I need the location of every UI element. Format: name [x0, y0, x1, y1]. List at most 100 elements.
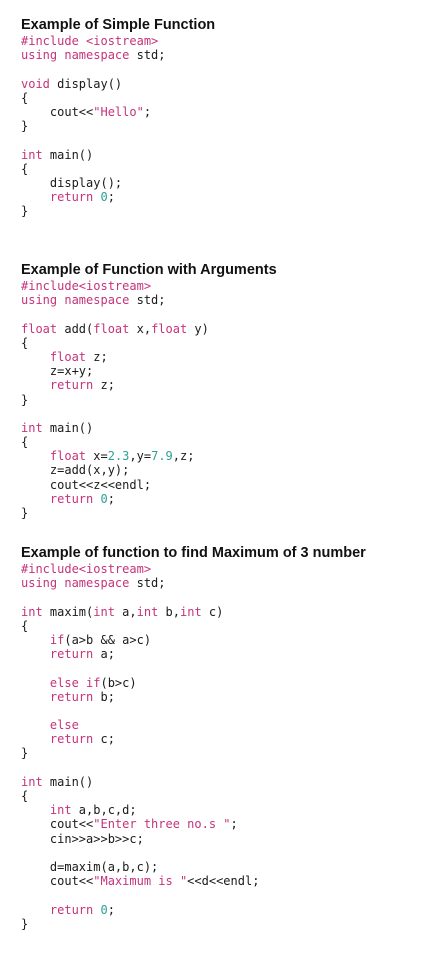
code-line: { — [21, 336, 421, 350]
code-line: int main() — [21, 421, 421, 435]
code-token: y) — [187, 321, 209, 336]
code-line: cout<<"Enter three no.s "; — [21, 817, 421, 831]
section-function-with-arguments: Example of Function with Arguments #incl… — [21, 261, 421, 520]
code-line: #include<iostream> — [21, 279, 421, 293]
code-line: } — [21, 506, 421, 520]
code-block: #include<iostream> using namespace std; fl… — [21, 279, 421, 520]
code-line: { — [21, 619, 421, 633]
code-token: 0 — [100, 190, 108, 205]
code-token: int — [136, 604, 159, 619]
code-line: using namespace std; — [21, 576, 421, 590]
code-line: z=add(x,y); — [21, 463, 421, 477]
code-line: else — [21, 718, 421, 732]
code-line: cin>>a>>b>>c; — [21, 832, 421, 846]
code-block: #include<iostream> using namespace std; in… — [21, 562, 421, 931]
code-token: cout<< — [21, 817, 94, 832]
code-token: main() — [42, 147, 94, 162]
code-token: float — [151, 321, 188, 336]
code-token: int — [21, 147, 43, 162]
code-line: float add(float x,float y) — [21, 322, 421, 336]
code-block: #include <iostream> using namespace std; v… — [21, 34, 421, 218]
code-token: else if — [21, 675, 101, 690]
code-token: d=maxim(a,b,c); — [21, 859, 159, 874]
code-token: return — [21, 491, 94, 506]
code-token: z; — [93, 378, 115, 393]
code-token: } — [21, 506, 29, 520]
code-line: using namespace std; — [21, 48, 421, 62]
code-token: <<d<<endl; — [187, 874, 260, 889]
code-token: return — [21, 647, 94, 662]
code-token: main() — [42, 420, 94, 435]
code-token: ; — [107, 190, 115, 205]
section-title: Example of function to find Maximum of 3… — [21, 545, 366, 561]
code-token: if — [21, 632, 65, 647]
code-line: return c; — [21, 732, 421, 746]
code-token: float — [93, 321, 130, 336]
code-token: 0 — [100, 491, 108, 506]
code-token: "Hello" — [93, 104, 144, 119]
section-simple-function: Example of Simple Function #include <ios… — [21, 16, 421, 218]
code-token: ,y= — [129, 449, 152, 464]
code-line: else if(b>c) — [21, 676, 421, 690]
code-token: #include<iostream> — [21, 279, 152, 293]
code-token: cout<< — [21, 874, 94, 889]
code-token: { — [21, 435, 29, 450]
code-token: int — [21, 774, 43, 789]
code-line: using namespace std; — [21, 293, 421, 307]
code-token: ; — [230, 817, 238, 832]
code-line: } — [21, 746, 421, 760]
code-token: "Maximum is " — [93, 874, 188, 889]
code-line: int a,b,c,d; — [21, 803, 421, 817]
code-token: return — [21, 732, 94, 747]
code-token: } — [21, 204, 29, 219]
code-token: using namespace — [21, 576, 130, 591]
code-token: x, — [129, 321, 152, 336]
code-line: int main() — [21, 775, 421, 789]
code-token: #include<iostream> — [21, 562, 152, 576]
code-token: int — [180, 604, 202, 619]
code-line: cout<<"Maximum is "<<d<<endl; — [21, 874, 421, 888]
code-token: z=add(x,y); — [21, 463, 130, 478]
code-token: ,z; — [172, 449, 195, 464]
code-token: ; — [107, 491, 115, 506]
code-token: int — [21, 604, 43, 619]
code-token: std; — [129, 576, 166, 591]
code-token: cout<< — [21, 104, 94, 119]
code-line: return a; — [21, 647, 421, 661]
code-token: int — [21, 803, 72, 818]
code-token: 0 — [100, 902, 108, 917]
code-token: std; — [129, 293, 166, 308]
code-token: { — [21, 618, 29, 633]
code-line: cout<<z<<endl; — [21, 478, 421, 492]
code-token: a, — [114, 604, 137, 619]
code-token: void — [21, 76, 50, 91]
code-line: return b; — [21, 690, 421, 704]
code-line: display(); — [21, 176, 421, 190]
code-token: else — [21, 718, 79, 733]
code-token: float — [21, 449, 87, 464]
code-token: 7.9 — [151, 449, 173, 464]
code-token: return — [21, 190, 94, 205]
code-token: (a>b && a>c) — [64, 632, 152, 647]
code-line: } — [21, 917, 421, 931]
code-token: std; — [129, 48, 166, 63]
code-token: ; — [107, 902, 115, 917]
code-token: z; — [86, 349, 108, 364]
code-line: #include<iostream> — [21, 562, 421, 576]
code-line: d=maxim(a,b,c); — [21, 860, 421, 874]
code-line: return z; — [21, 378, 421, 392]
code-token: { — [21, 161, 29, 176]
code-line: { — [21, 435, 421, 449]
code-token: add( — [57, 321, 94, 336]
code-token: x= — [86, 449, 108, 464]
code-line: return 0; — [21, 492, 421, 506]
code-token: int — [93, 604, 115, 619]
